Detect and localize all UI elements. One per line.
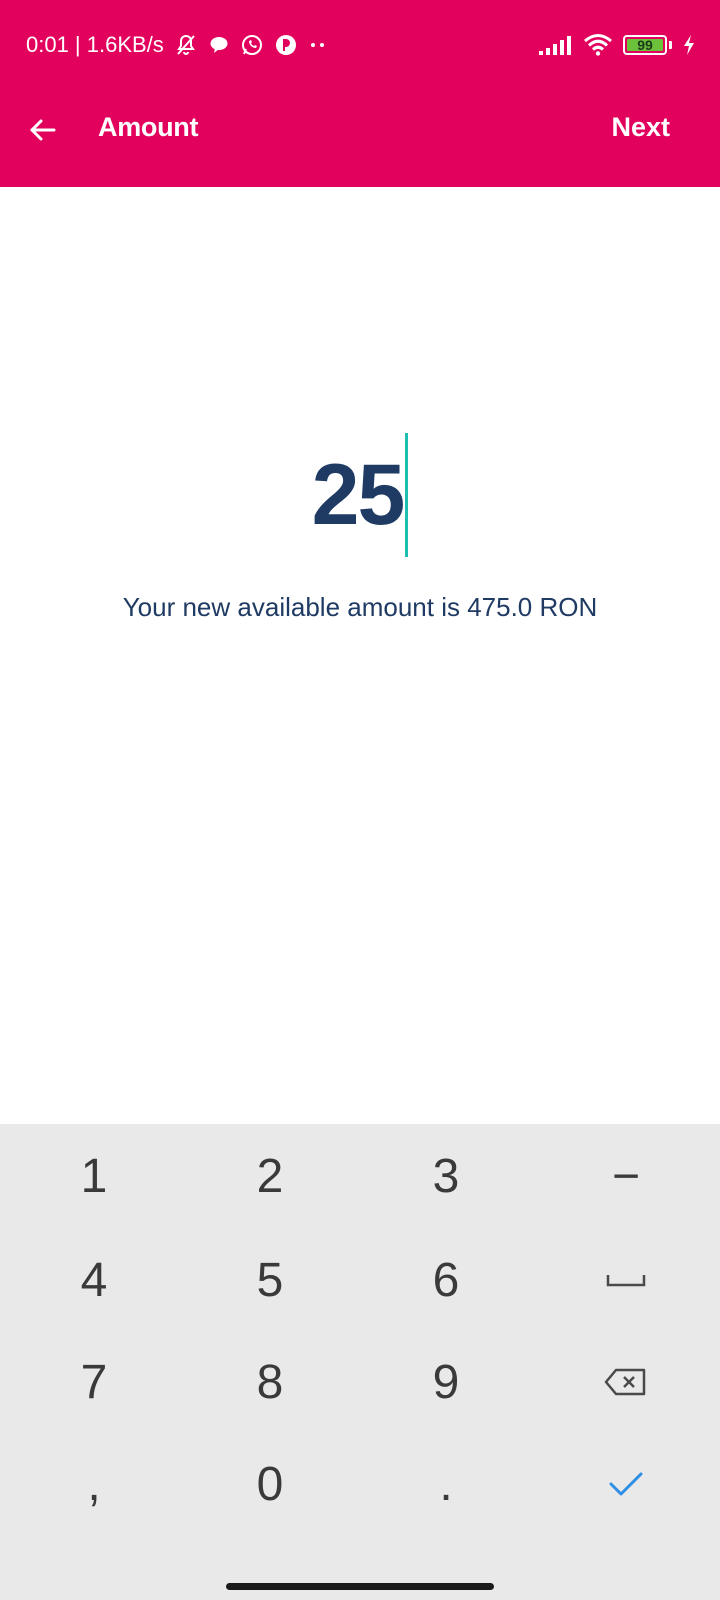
battery-level: 99 — [637, 37, 653, 53]
page-title: Amount — [98, 112, 199, 142]
key-space[interactable] — [538, 1228, 714, 1332]
key-3[interactable]: 3 — [358, 1124, 534, 1228]
chat-bubble-icon — [208, 34, 230, 56]
more-dots-icon — [308, 40, 328, 50]
backspace-icon — [604, 1368, 646, 1396]
key-6[interactable]: 6 — [358, 1228, 534, 1332]
text-cursor — [405, 433, 409, 557]
status-left: 0:01 | 1.6KB/s — [26, 30, 328, 60]
key-done[interactable] — [538, 1432, 714, 1536]
key-0[interactable]: 0 — [182, 1432, 358, 1536]
space-bar-icon — [606, 1275, 646, 1287]
status-bar: 0:01 | 1.6KB/s 99 — [0, 0, 720, 90]
arrow-left-icon — [30, 119, 56, 141]
charging-bolt-icon — [682, 34, 696, 56]
wifi-icon — [583, 33, 613, 57]
amount-value: 25 — [311, 447, 406, 543]
app-notification-icon — [274, 33, 298, 57]
top-bar: 0:01 | 1.6KB/s 99 Amount Next — [0, 0, 720, 187]
numeric-keyboard: 1 2 3 − 4 5 6 7 8 9 , 0 . — [0, 1124, 720, 1600]
key-8[interactable]: 8 — [182, 1330, 358, 1434]
key-minus[interactable]: − — [538, 1124, 714, 1228]
signal-icon — [539, 34, 573, 56]
status-time-speed: 0:01 | 1.6KB/s — [26, 32, 164, 57]
available-amount-text: Your new available amount is 475.0 RON — [122, 592, 598, 622]
battery-body: 99 — [623, 35, 667, 55]
muted-bell-icon — [174, 33, 198, 57]
app-bar: Amount Next — [0, 90, 720, 187]
screen: 0:01 | 1.6KB/s 99 Amount Next 25 Your ne… — [0, 0, 720, 1600]
key-1[interactable]: 1 — [6, 1124, 182, 1228]
status-right: 99 — [539, 30, 696, 60]
key-backspace[interactable] — [538, 1330, 714, 1434]
key-2[interactable]: 2 — [182, 1124, 358, 1228]
key-dot[interactable]: . — [358, 1432, 534, 1536]
key-comma[interactable]: , — [6, 1432, 182, 1536]
battery-icon: 99 — [623, 35, 667, 55]
key-7[interactable]: 7 — [6, 1330, 182, 1434]
whatsapp-icon — [240, 33, 264, 57]
key-9[interactable]: 9 — [358, 1330, 534, 1434]
back-button[interactable] — [20, 108, 64, 152]
key-4[interactable]: 4 — [6, 1228, 182, 1332]
battery-tip — [669, 41, 672, 49]
key-5[interactable]: 5 — [182, 1228, 358, 1332]
navigation-handle[interactable] — [226, 1583, 494, 1590]
next-button[interactable]: Next — [611, 112, 670, 143]
amount-input[interactable]: 25 — [0, 430, 720, 560]
checkmark-icon — [609, 1472, 643, 1496]
